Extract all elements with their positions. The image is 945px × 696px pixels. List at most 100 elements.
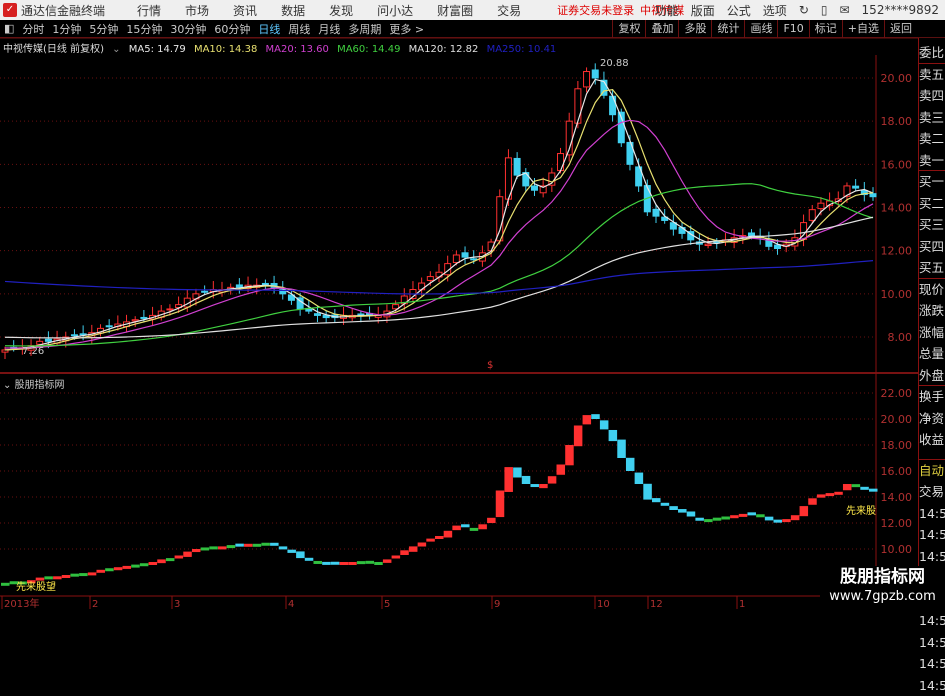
indicator-block	[539, 484, 548, 488]
indicator-block	[1, 583, 10, 586]
quote-field: 涨跌	[919, 300, 945, 322]
indicator-block	[209, 546, 218, 549]
y-tick-label: 16.00	[881, 158, 913, 171]
candle-body	[419, 283, 425, 290]
candle-body	[514, 158, 520, 175]
event-marker[interactable]: $	[487, 360, 493, 371]
quote-field: 外盘	[919, 365, 945, 387]
indicator-block	[548, 476, 557, 483]
candle-body	[870, 194, 876, 197]
indicator-block	[617, 440, 626, 458]
trade-time: 14:56	[919, 546, 945, 568]
indicator-block	[79, 573, 88, 576]
candle-body	[314, 314, 320, 316]
indicator-block	[609, 430, 618, 441]
indicator-block	[70, 574, 79, 577]
candle-body	[853, 186, 859, 188]
indicator-block	[513, 467, 522, 477]
indicator-block	[834, 492, 843, 495]
trade-time: 14:56	[919, 610, 945, 632]
y-tick-label: 12.00	[881, 245, 913, 258]
candle-body	[106, 326, 112, 327]
indicator-block	[478, 524, 487, 529]
indicator-block	[504, 467, 513, 492]
quote-field: 买一	[919, 171, 945, 193]
indicator-block	[183, 552, 192, 557]
y-tick-label: 18.00	[881, 439, 913, 452]
indicator-block	[470, 528, 479, 531]
indicator-block	[765, 517, 774, 521]
y-tick-label: 10.00	[881, 288, 913, 301]
indicator-block	[322, 562, 331, 565]
indicator-block	[383, 559, 392, 562]
quote-field: 卖二	[919, 128, 945, 150]
indicator-block	[96, 570, 105, 573]
candle-body	[584, 72, 590, 87]
indicator-block	[800, 506, 809, 516]
candle-body	[236, 285, 242, 287]
ma-line-1	[5, 90, 873, 350]
signal-label: 先来股	[846, 502, 876, 517]
indicator-block	[192, 549, 201, 552]
candle-body	[679, 228, 685, 234]
quote-field: 换手	[919, 386, 945, 408]
x-tick-label: 3	[174, 599, 180, 609]
indicator-block	[227, 545, 236, 548]
indicator-block	[218, 546, 227, 549]
watermark-url: www.7gpzb.com	[820, 588, 945, 606]
quote-field: 现价	[919, 279, 945, 301]
indicator-block	[340, 562, 349, 565]
indicator-block	[305, 558, 314, 561]
indicator-block	[756, 514, 765, 517]
candle-body	[818, 203, 824, 208]
quote-field: 涨幅	[919, 322, 945, 344]
indicator-block	[695, 518, 704, 521]
indicator-block	[782, 519, 791, 522]
candle-body	[775, 245, 781, 248]
indicator-block	[444, 531, 453, 538]
candle-body	[653, 209, 659, 216]
y-tick-label: 16.00	[881, 465, 913, 478]
indicator-block	[730, 515, 739, 518]
indicator-block	[600, 420, 609, 429]
chevron-down-icon[interactable]: ⌄	[3, 380, 15, 391]
candle-body	[427, 277, 433, 281]
indicator-block	[739, 514, 748, 517]
indicator-block	[279, 546, 288, 549]
candle-body	[523, 173, 529, 186]
indicator-block	[557, 465, 566, 475]
quote-field: 卖三	[919, 107, 945, 129]
indicator-block	[88, 572, 97, 575]
candle-body	[71, 335, 77, 336]
indicator-block	[357, 561, 366, 564]
indicator-block	[426, 539, 435, 542]
y-tick-label: 20.00	[881, 413, 913, 426]
y-tick-label: 10.00	[881, 543, 913, 556]
indicator-block	[392, 556, 401, 559]
indicator-block	[201, 547, 210, 550]
kline-chart[interactable]: 20.0018.0016.0014.0012.0010.008.0022.002…	[0, 0, 918, 609]
indicator-block	[635, 473, 644, 484]
quote-field: 买二	[919, 193, 945, 215]
watermark-name: 股朋指标网	[820, 566, 945, 588]
auto-label[interactable]: 自动	[919, 460, 945, 482]
indicator-block	[235, 544, 244, 547]
y-tick-label: 14.00	[881, 202, 913, 215]
indicator-block	[270, 543, 279, 546]
indicator-block	[522, 476, 531, 484]
indicator-block	[123, 566, 131, 569]
indicator-block	[253, 544, 262, 547]
candle-body	[575, 89, 581, 123]
indicator-block	[496, 491, 505, 518]
trade-time: 14:56	[919, 675, 945, 696]
trade-time: 14:56	[919, 524, 945, 546]
indicator-block	[374, 562, 383, 565]
quote-field: 买四	[919, 236, 945, 258]
quote-field: 卖四	[919, 85, 945, 107]
indicator-block	[461, 524, 470, 527]
quote-field: 净资	[919, 408, 945, 430]
indicator-name: 股朋指标网	[15, 380, 65, 391]
indicator-block	[487, 518, 496, 523]
indicator-block	[852, 484, 861, 487]
indicator-block	[175, 556, 184, 559]
